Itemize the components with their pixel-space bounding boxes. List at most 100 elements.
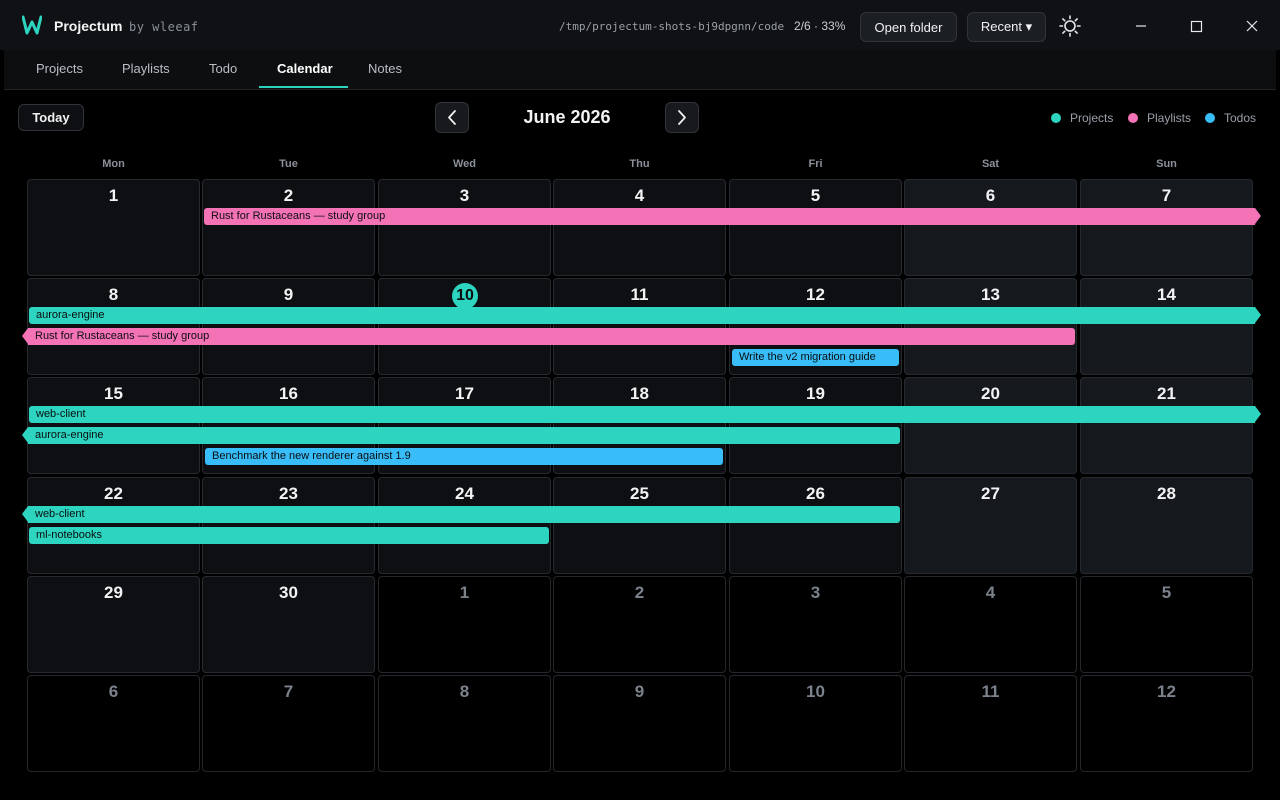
todo-event-bar[interactable]: Benchmark the new renderer against 1.9 <box>205 448 723 465</box>
day-cell[interactable]: 11 <box>904 675 1077 772</box>
legend-projects-label: Projects <box>1070 111 1114 125</box>
tab-calendar[interactable]: Calendar <box>277 61 333 76</box>
day-number: 1 <box>459 583 470 602</box>
tab-playlists[interactable]: Playlists <box>122 61 170 76</box>
day-cell[interactable]: 5 <box>729 179 902 276</box>
day-number: 27 <box>981 484 1000 503</box>
day-cell[interactable]: 13 <box>904 278 1077 375</box>
project-event-bar[interactable]: ml-notebooks <box>29 527 549 544</box>
day-cell[interactable]: 1 <box>378 576 551 673</box>
continues-left-icon <box>22 427 28 443</box>
day-number: 21 <box>1157 384 1176 403</box>
day-number: 8 <box>108 285 119 304</box>
legend-playlists-label: Playlists <box>1147 111 1192 125</box>
day-number: 4 <box>985 583 996 602</box>
day-cell[interactable]: 11 <box>553 278 726 375</box>
weekday-thu: Thu <box>629 158 650 170</box>
day-cell[interactable]: 7 <box>202 675 375 772</box>
day-cell[interactable]: 5 <box>1080 576 1253 673</box>
day-number: 12 <box>806 285 825 304</box>
continues-right-icon <box>1255 307 1261 323</box>
day-cell[interactable]: 24 <box>378 477 551 574</box>
project-event-bar[interactable]: web-client <box>29 406 1261 423</box>
weekday-tue: Tue <box>279 158 298 170</box>
day-cell[interactable]: 27 <box>904 477 1077 574</box>
day-cell[interactable]: 1 <box>27 179 200 276</box>
day-cell[interactable]: 26 <box>729 477 902 574</box>
day-cell[interactable]: 23 <box>202 477 375 574</box>
close-icon[interactable] <box>1241 15 1263 37</box>
playlist-event-bar[interactable]: Rust for Rustaceans — study group <box>22 328 1075 345</box>
todo-event-bar[interactable]: Write the v2 migration guide <box>732 349 899 366</box>
day-cell[interactable]: 7 <box>1080 179 1253 276</box>
project-event-bar[interactable]: web-client <box>22 506 900 523</box>
event-title: Rust for Rustaceans — study group <box>35 330 210 342</box>
app-byline: by wleeaf <box>129 20 199 34</box>
open-folder-button[interactable]: Open folder <box>860 12 957 42</box>
prev-month-button[interactable] <box>435 102 469 133</box>
day-number: 3 <box>810 583 821 602</box>
legend-projects-dot <box>1051 113 1061 123</box>
folder-path: /tmp/projectum-shots-bj9dpgnn/code <box>559 20 785 33</box>
day-cell[interactable]: 4 <box>904 576 1077 673</box>
project-event-bar[interactable]: aurora-engine <box>29 307 1261 324</box>
day-number: 22 <box>104 484 123 503</box>
event-title: Rust for Rustaceans — study group <box>211 210 386 222</box>
day-cell[interactable]: 14 <box>1080 278 1253 375</box>
day-cell[interactable]: 12 <box>1080 675 1253 772</box>
day-cell[interactable]: 9 <box>553 675 726 772</box>
day-cell[interactable]: 2 <box>553 576 726 673</box>
day-number: 7 <box>283 682 294 701</box>
day-cell[interactable]: 15 <box>27 377 200 474</box>
weekday-sun: Sun <box>1156 158 1177 170</box>
day-number: 14 <box>1157 285 1176 304</box>
tab-projects[interactable]: Projects <box>36 61 83 76</box>
minimize-icon[interactable] <box>1130 15 1152 37</box>
event-title: aurora-engine <box>36 309 105 321</box>
day-cell[interactable]: 3 <box>729 576 902 673</box>
day-cell[interactable]: 3 <box>378 179 551 276</box>
progress-readout: 2/6 · 33% <box>794 19 846 33</box>
day-number: 6 <box>985 186 996 205</box>
day-cell[interactable]: 2 <box>202 179 375 276</box>
day-cell[interactable]: 19 <box>729 377 902 474</box>
day-cell[interactable]: 4 <box>553 179 726 276</box>
day-number: 13 <box>981 285 1000 304</box>
day-cell[interactable]: 8 <box>378 675 551 772</box>
day-number: 16 <box>279 384 298 403</box>
day-cell[interactable]: 8 <box>27 278 200 375</box>
sun-icon[interactable] <box>1059 15 1081 37</box>
recent-dropdown-button[interactable]: Recent ▾ <box>967 12 1046 42</box>
day-number: 5 <box>810 186 821 205</box>
day-cell[interactable]: 21 <box>1080 377 1253 474</box>
tab-todo[interactable]: Todo <box>209 61 237 76</box>
app-name: Projectum <box>54 18 123 34</box>
today-button[interactable]: Today <box>18 104 84 131</box>
event-title: Benchmark the new renderer against 1.9 <box>212 450 411 462</box>
maximize-icon[interactable] <box>1185 15 1207 37</box>
day-cell[interactable]: 25 <box>553 477 726 574</box>
day-cell[interactable]: 29 <box>27 576 200 673</box>
day-number: 1 <box>108 186 119 205</box>
day-cell[interactable]: 6 <box>27 675 200 772</box>
day-cell[interactable]: 22 <box>27 477 200 574</box>
month-title: June 2026 <box>523 107 611 127</box>
day-cell[interactable]: 6 <box>904 179 1077 276</box>
day-cell[interactable]: 30 <box>202 576 375 673</box>
legend-playlists-dot <box>1128 113 1138 123</box>
day-cell[interactable]: 9 <box>202 278 375 375</box>
day-number: 11 <box>981 682 1000 701</box>
project-event-bar[interactable]: aurora-engine <box>22 427 900 444</box>
playlist-event-bar[interactable]: Rust for Rustaceans — study group <box>204 208 1261 225</box>
day-cell[interactable]: 10 <box>729 675 902 772</box>
tab-bar: Projects Playlists Todo Calendar Notes <box>4 50 1276 90</box>
day-cell[interactable]: 20 <box>904 377 1077 474</box>
event-title: web-client <box>36 408 86 420</box>
tab-notes[interactable]: Notes <box>368 61 402 76</box>
day-number: 25 <box>630 484 649 503</box>
day-cell[interactable]: 10 <box>378 278 551 375</box>
day-cell[interactable]: 28 <box>1080 477 1253 574</box>
title-bar: Projectum by wleeaf /tmp/projectum-shots… <box>0 0 1280 50</box>
next-month-button[interactable] <box>665 102 699 133</box>
event-title: web-client <box>35 508 85 520</box>
